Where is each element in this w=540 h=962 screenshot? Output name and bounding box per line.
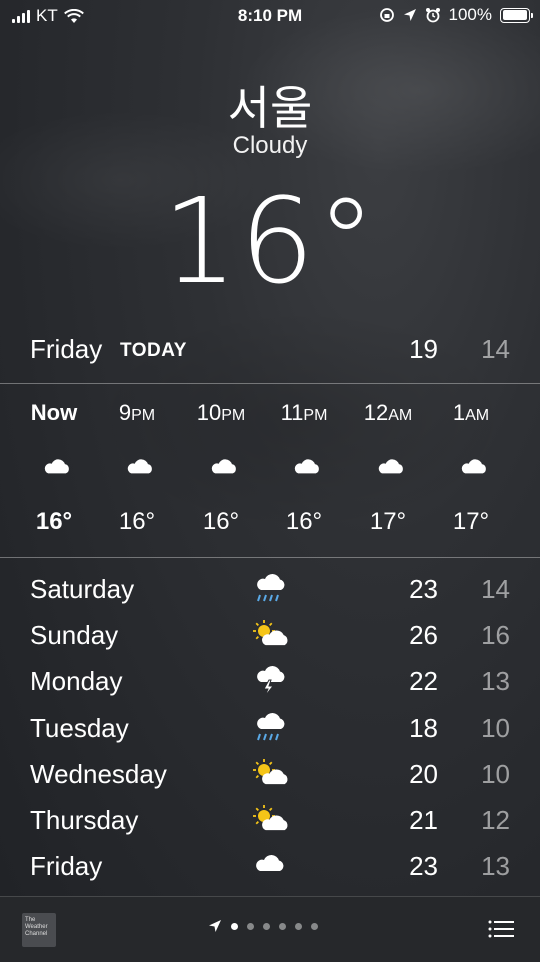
daily-row: Saturday2012 <box>30 889 510 896</box>
page-dot[interactable] <box>263 922 270 930</box>
page-dot[interactable] <box>247 922 254 930</box>
hour-temperature: 1 <box>514 508 540 536</box>
partly-sunny-icon <box>253 620 288 646</box>
page-dot[interactable] <box>279 922 286 930</box>
today-summary: Friday TODAY 19 14 <box>30 330 510 370</box>
battery-percent: 100% <box>448 5 492 24</box>
day-low: 13 <box>481 851 510 882</box>
today-low: 14 <box>481 334 510 364</box>
day-name: Sunday <box>30 620 119 651</box>
city-name: 서울 <box>227 82 313 134</box>
partly-sunny-icon <box>253 758 288 784</box>
daily-row: Saturday 23 14 <box>30 566 510 612</box>
hour-label: 9PM <box>118 400 156 425</box>
current-condition: Cloudy <box>232 132 308 159</box>
hour-label: 1AM <box>452 400 490 425</box>
hour-temperature: 17° <box>452 508 490 535</box>
page-dot[interactable] <box>231 922 238 930</box>
page-dot[interactable] <box>311 922 318 930</box>
daily-row: Friday 23 13 <box>30 843 510 889</box>
day-high: 23 <box>409 851 438 882</box>
day-low: 16 <box>481 620 510 651</box>
day-high: 20 <box>409 758 438 789</box>
hour-temperature: 16° <box>202 508 240 535</box>
bottom-bar: The Weather Channel <box>0 896 540 962</box>
cloud-icon <box>127 459 152 474</box>
cloud-icon <box>256 855 284 872</box>
location-arrow-icon <box>209 920 221 932</box>
day-low: 10 <box>481 712 510 743</box>
day-name: Thursday <box>30 805 139 835</box>
weather-channel-logo[interactable]: The Weather Channel <box>22 913 56 947</box>
location-arrow-icon <box>403 9 416 21</box>
cloud-icon <box>461 459 486 474</box>
today-high: 19 <box>409 334 438 364</box>
day-name: Tuesday <box>30 712 129 743</box>
day-name: Monday <box>30 666 123 697</box>
screen-lock-icon <box>379 8 394 22</box>
day-high: 18 <box>409 712 438 743</box>
day-name: Saturday <box>30 574 135 604</box>
daily-forecast[interactable]: Saturday 23 14 Sunday 26 16 Monday 22 13 Tuesday 1… <box>0 562 540 896</box>
day-high: 26 <box>409 620 438 651</box>
cloud-icon <box>211 459 236 474</box>
day-low: 13 <box>481 666 510 697</box>
cloud-icon <box>44 459 69 474</box>
hourly-forecast[interactable]: Now 16° 9PM 16° 10PM 16° 11PM 16° 12AM 17° 1AM 17° 2… <box>0 384 540 556</box>
day-low: 10 <box>481 758 510 789</box>
page-dot[interactable] <box>295 922 302 930</box>
daily-row: Thursday 21 12 <box>30 797 510 843</box>
daily-row: Sunday 26 16 <box>30 612 510 658</box>
day-high: 22 <box>409 666 438 697</box>
rain-cloud-icon <box>257 712 285 740</box>
alarm-icon <box>425 8 440 23</box>
day-name: Wednesday <box>30 758 167 789</box>
hour-temperature: 16° <box>118 508 156 535</box>
cloud-icon <box>294 459 319 474</box>
hour-temperature: 16° <box>285 508 323 535</box>
hour-label: 11PM <box>280 400 328 425</box>
rain-cloud-icon <box>257 574 285 602</box>
hour-label: 12AM <box>363 400 413 425</box>
hour-label: Now <box>30 400 78 425</box>
cloud-icon <box>378 459 403 474</box>
daily-row: Tuesday 18 10 <box>30 705 510 751</box>
day-low: 14 <box>481 574 510 604</box>
today-label: TODAY <box>120 340 187 361</box>
battery-icon <box>500 7 533 23</box>
day-name: Friday <box>30 851 103 882</box>
today-day: Friday <box>30 334 103 364</box>
current-temperature: 16° <box>162 172 378 310</box>
hour-label: 2 <box>514 400 540 426</box>
divider <box>0 557 540 558</box>
daily-row: Wednesday 20 10 <box>30 751 510 797</box>
status-bar: KT 8:10 PM 100% <box>0 0 540 32</box>
hour-label: 10PM <box>196 400 246 425</box>
hour-temperature: 17° <box>369 508 407 535</box>
day-high: 23 <box>409 574 438 604</box>
hour-temperature: 16° <box>35 508 73 535</box>
page-indicator[interactable] <box>208 919 318 933</box>
thunderstorm-icon <box>257 666 285 697</box>
day-high: 21 <box>409 805 438 835</box>
daily-row: Monday 22 13 <box>30 658 510 704</box>
partly-sunny-icon <box>253 805 288 831</box>
city-list-icon[interactable] <box>488 919 514 939</box>
day-low: 12 <box>481 805 510 835</box>
